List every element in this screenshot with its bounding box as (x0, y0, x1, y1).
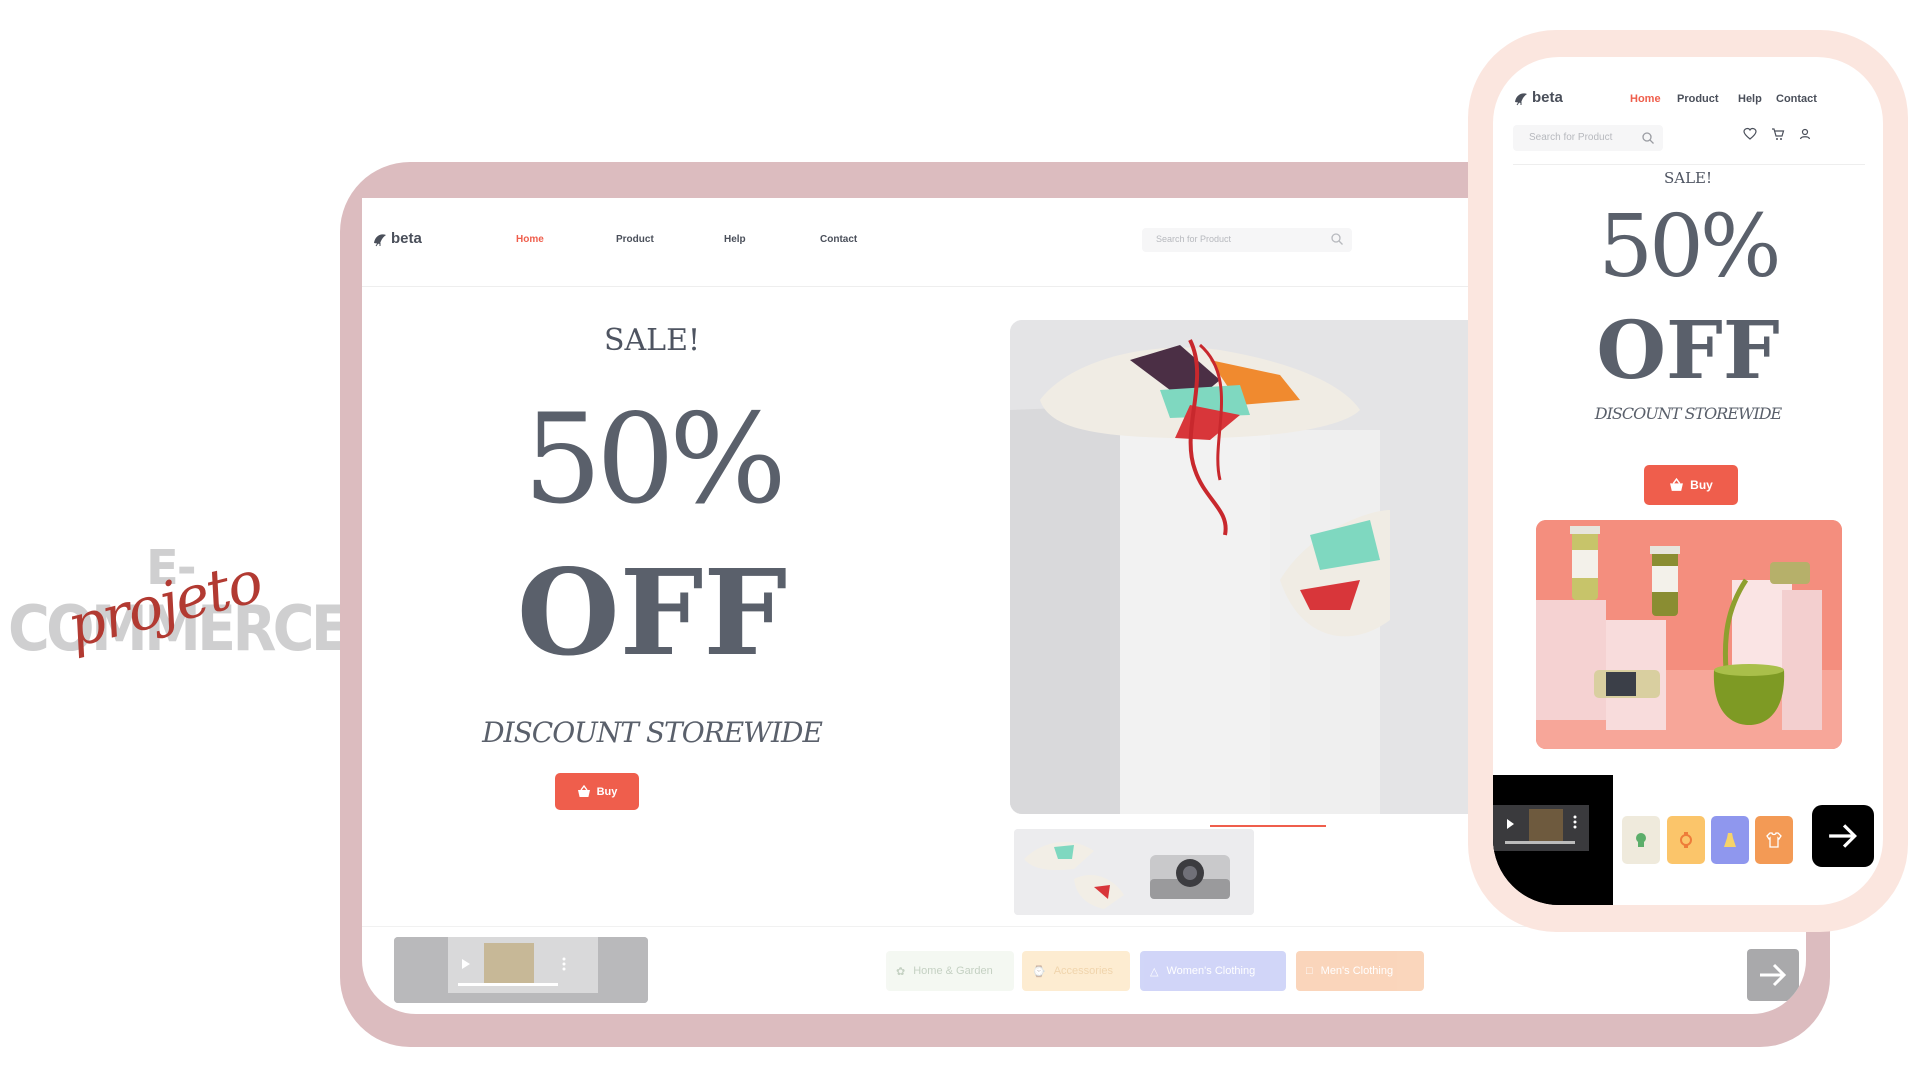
category-label: Home & Garden (913, 965, 993, 977)
watch-icon: ⌚ (1032, 965, 1046, 978)
site-logo[interactable]: beta (372, 230, 422, 247)
basket-icon (577, 785, 590, 797)
nav-home[interactable]: Home (1630, 93, 1661, 105)
next-arrow-button[interactable] (1747, 949, 1799, 1001)
site-logo[interactable]: beta (1513, 89, 1563, 106)
buy-button[interactable]: Buy (1644, 465, 1738, 505)
hero-off: OFF (516, 543, 788, 682)
search-icon[interactable] (1641, 131, 1655, 145)
arrow-right-icon (1760, 963, 1787, 987)
hero-discount: DISCOUNT STOREWIDE (482, 716, 823, 749)
projeto-ecommerce-logo: E- COMMERCE projeto (8, 540, 350, 680)
shirt-icon (1766, 832, 1782, 848)
nav-contact[interactable]: Contact (820, 234, 857, 245)
buy-button[interactable]: Buy (555, 773, 639, 810)
hero-discount: DISCOUNT STOREWIDE (1594, 404, 1782, 423)
hero-juice-image (1536, 520, 1842, 749)
navbar-divider (1513, 164, 1865, 165)
phone-bottom-bar (1493, 775, 1883, 905)
dress-icon (1724, 833, 1736, 847)
nav-product[interactable]: Product (1677, 93, 1719, 105)
search-placeholder: Search for Product (1529, 132, 1613, 143)
nav-help[interactable]: Help (1738, 93, 1762, 105)
thumbnail-sneakers[interactable] (1014, 829, 1142, 915)
site-logo-text: beta (1532, 89, 1563, 106)
cart-icon[interactable] (1771, 127, 1785, 141)
hero-sale-text: SALE! (1663, 169, 1713, 187)
search-icon[interactable] (1330, 232, 1344, 246)
phone-screen: beta Home Product Help Contact Search fo… (1493, 57, 1883, 905)
site-logo-text: beta (391, 230, 422, 247)
category-label: Accessories (1053, 965, 1113, 977)
basket-icon (1670, 478, 1684, 491)
search-input[interactable]: Search for Product (1513, 125, 1663, 151)
category-label: Women's Clothing (1166, 965, 1256, 977)
tablet-bottom-bar: ✿ Home & Garden ⌚ Accessories △ Women's … (362, 926, 1806, 1014)
plant-icon: ✿ (896, 965, 906, 978)
beta-logo-icon (1515, 92, 1527, 105)
plant-icon (1636, 833, 1646, 847)
hero-sale-text: SALE! (603, 323, 701, 358)
dress-icon: △ (1150, 965, 1159, 978)
buy-label: Buy (596, 785, 618, 798)
category-label: Men's Clothing (1320, 965, 1394, 977)
next-arrow-button[interactable] (1812, 805, 1874, 867)
nav-help[interactable]: Help (724, 234, 746, 245)
category-womens-clothing[interactable]: △ Women's Clothing (1140, 951, 1286, 991)
thumbnail-camera[interactable] (1126, 829, 1254, 915)
hero-percent: 50% (1598, 197, 1781, 297)
nav-home[interactable]: Home (516, 234, 544, 245)
search-input[interactable]: Search for Product (1142, 228, 1352, 252)
heart-icon[interactable] (1743, 127, 1757, 141)
hero-percent: 50% (523, 388, 787, 532)
phone-mockup: beta Home Product Help Contact Search fo… (1468, 30, 1908, 932)
category-accessories[interactable]: ⌚ Accessories (1022, 951, 1130, 991)
hero-off: OFF (1596, 303, 1780, 397)
category-accessories[interactable] (1667, 816, 1705, 864)
thumbnail-active-indicator (1210, 825, 1326, 827)
buy-label: Buy (1690, 478, 1713, 492)
video-player[interactable] (1493, 775, 1613, 905)
nav-contact[interactable]: Contact (1776, 93, 1817, 105)
category-mens-clothing[interactable] (1755, 816, 1793, 864)
category-home-garden[interactable]: ✿ Home & Garden (886, 951, 1014, 991)
search-placeholder: Search for Product (1156, 234, 1232, 244)
beta-logo-icon (374, 233, 386, 246)
video-player[interactable] (394, 937, 648, 1003)
category-mens-clothing[interactable]: □ Men's Clothing (1296, 951, 1424, 991)
nav-product[interactable]: Product (616, 234, 654, 245)
shirt-icon: □ (1306, 965, 1313, 977)
user-icon[interactable] (1798, 127, 1812, 141)
watch-icon (1680, 832, 1692, 848)
arrow-right-icon (1829, 824, 1857, 848)
category-womens-clothing[interactable] (1711, 816, 1749, 864)
category-home-garden[interactable] (1622, 816, 1660, 864)
